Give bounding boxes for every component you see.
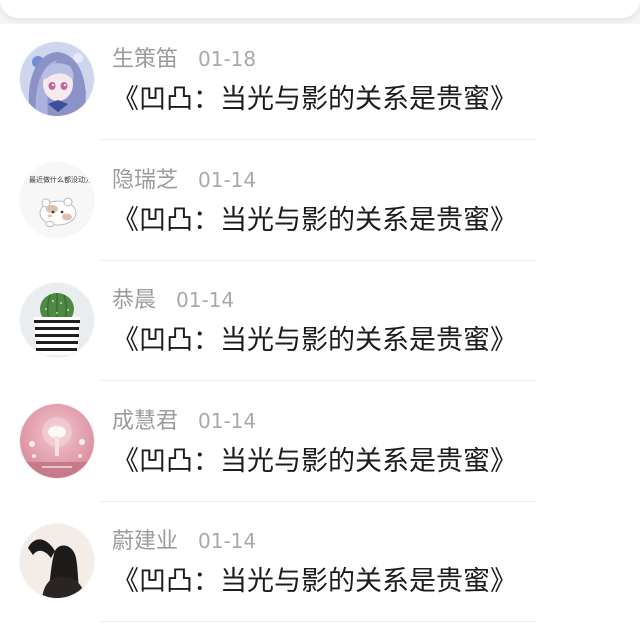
- user-avatar[interactable]: [20, 404, 94, 478]
- comment-date: 01-14: [198, 168, 257, 192]
- comment-meta: 蔚建业 01-14: [112, 527, 256, 555]
- comment-item[interactable]: 成慧君 01-14 《凹凸：当光与影的关系是贵蜜》: [0, 381, 640, 502]
- comment-item[interactable]: 蔚建业 01-14 《凹凸：当光与影的关系是贵蜜》: [0, 501, 640, 622]
- comment-date: 01-14: [198, 529, 257, 553]
- user-avatar[interactable]: [20, 42, 94, 116]
- pink-lamp-avatar-image: [20, 404, 94, 478]
- comment-title[interactable]: 《凹凸：当光与影的关系是贵蜜》: [112, 565, 517, 599]
- comment-item[interactable]: 生策笛 01-18 《凹凸：当光与影的关系是贵蜜》: [0, 19, 640, 140]
- comment-title[interactable]: 《凹凸：当光与影的关系是贵蜜》: [112, 324, 517, 358]
- comment-title[interactable]: 《凹凸：当光与影的关系是贵蜜》: [112, 83, 517, 117]
- top-card: [0, 0, 640, 18]
- username[interactable]: 蔚建业: [112, 529, 178, 554]
- username[interactable]: 成慧君: [112, 409, 178, 434]
- avatar-caption: 最近做什么都没动力。: [29, 176, 94, 184]
- comment-date: 01-18: [198, 47, 257, 71]
- comment-meta: 隐瑞芝 01-14: [112, 166, 256, 194]
- silhouette-avatar-image: [20, 524, 94, 598]
- cactus-pot-avatar-image: [20, 283, 94, 357]
- comment-item[interactable]: 最近做什么都没动力。 隐瑞芝 01-14 《凹凸：当光与影的关系是贵蜜》: [0, 140, 640, 261]
- username[interactable]: 恭晨: [112, 288, 156, 313]
- comment-meta: 生策笛 01-18: [112, 45, 256, 73]
- user-avatar[interactable]: 最近做什么都没动力。: [20, 163, 94, 237]
- hamster-sticker-avatar-image: [20, 163, 94, 237]
- comment-date: 01-14: [176, 288, 235, 312]
- comment-date: 01-14: [198, 409, 257, 433]
- user-avatar[interactable]: [20, 283, 94, 357]
- divider: [100, 621, 536, 622]
- comment-title[interactable]: 《凹凸：当光与影的关系是贵蜜》: [112, 445, 517, 479]
- username[interactable]: 生策笛: [112, 47, 178, 72]
- user-avatar[interactable]: [20, 524, 94, 598]
- anime-girl-avatar-image: [20, 42, 94, 116]
- comment-meta: 恭晨 01-14: [112, 286, 234, 314]
- comment-item[interactable]: 恭晨 01-14 《凹凸：当光与影的关系是贵蜜》: [0, 260, 640, 381]
- username[interactable]: 隐瑞芝: [112, 168, 178, 193]
- comment-meta: 成慧君 01-14: [112, 407, 256, 435]
- comment-title[interactable]: 《凹凸：当光与影的关系是贵蜜》: [112, 204, 517, 238]
